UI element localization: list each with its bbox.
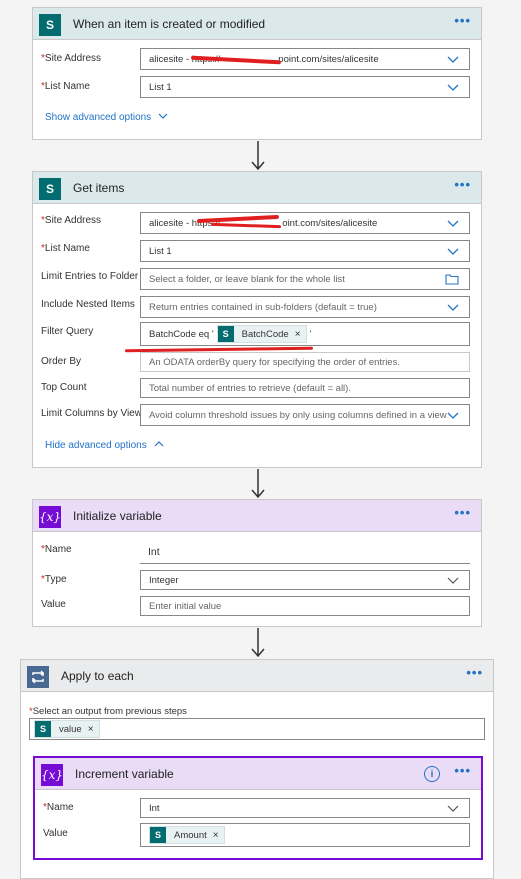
order-by-input[interactable]: An ODATA orderBy query for specifying th…: [140, 352, 470, 372]
arrow-down-icon: [251, 469, 265, 499]
increment-variable-header[interactable]: {x} Increment variable i •••: [35, 758, 481, 790]
trigger-header[interactable]: S When an item is created or modified ••…: [33, 8, 481, 40]
site-address-dropdown[interactable]: alicesite - https://point.com/sites/alic…: [140, 48, 470, 70]
trigger-title: When an item is created or modified: [73, 17, 266, 31]
chevron-down-icon: [447, 220, 459, 227]
filter-query-label: Filter Query: [41, 326, 94, 337]
hide-advanced-options-link[interactable]: Hide advanced options: [45, 440, 164, 451]
type-label: *Type: [41, 574, 67, 585]
chevron-down-icon: [158, 113, 168, 119]
filter-query-input[interactable]: BatchCode eq ' S BatchCode × ': [140, 322, 470, 346]
value-label: Value: [43, 828, 68, 839]
chevron-down-icon: [447, 84, 459, 91]
sharepoint-icon: S: [39, 178, 61, 200]
site-address-label: *Site Address: [41, 53, 102, 64]
top-count-label: Top Count: [41, 382, 87, 393]
sharepoint-icon: S: [39, 14, 61, 36]
more-icon[interactable]: •••: [454, 178, 471, 191]
increment-variable-title: Increment variable: [75, 767, 174, 781]
list-name-label: *List Name: [41, 243, 90, 254]
value-label: Value: [41, 599, 66, 610]
get-items-title: Get items: [73, 181, 125, 195]
sharepoint-icon: S: [150, 827, 166, 843]
get-items-card: S Get items ••• *Site Address alicesite …: [32, 171, 482, 468]
name-label: *Name: [43, 802, 74, 813]
chevron-down-icon: [447, 412, 459, 419]
chevron-down-icon: [447, 805, 459, 812]
close-icon[interactable]: ×: [295, 329, 301, 340]
folder-icon[interactable]: [445, 273, 459, 285]
limit-columns-dropdown[interactable]: Avoid column threshold issues by only us…: [140, 404, 470, 426]
select-output-label: *Select an output from previous steps: [29, 706, 187, 717]
more-icon[interactable]: •••: [454, 764, 471, 777]
limit-folder-label: Limit Entries to Folder: [41, 271, 139, 282]
loop-icon: [27, 666, 49, 688]
variable-icon: {x}: [41, 764, 63, 786]
initialize-variable-header[interactable]: {x} Initialize variable •••: [33, 500, 481, 532]
trigger-card: S When an item is created or modified ••…: [32, 7, 482, 140]
more-icon[interactable]: •••: [454, 14, 471, 27]
show-advanced-options-link[interactable]: Show advanced options: [45, 112, 168, 123]
list-name-label: *List Name: [41, 81, 90, 92]
amount-token[interactable]: S Amount ×: [149, 826, 225, 844]
select-output-input[interactable]: S value ×: [29, 718, 485, 740]
more-icon[interactable]: •••: [466, 666, 483, 679]
increment-name-dropdown[interactable]: Int: [140, 798, 470, 818]
site-address-label: *Site Address: [41, 215, 102, 226]
arrow-down-icon: [251, 628, 265, 658]
include-nested-label: Include Nested Items: [41, 299, 135, 310]
initialize-variable-card: {x} Initialize variable ••• *Name Int *T…: [32, 499, 482, 627]
top-count-input[interactable]: Total number of entries to retrieve (def…: [140, 378, 470, 398]
chevron-down-icon: [447, 56, 459, 63]
chevron-down-icon: [447, 304, 459, 311]
sharepoint-icon: S: [217, 326, 234, 342]
apply-to-each-title: Apply to each: [61, 669, 134, 683]
variable-type-dropdown[interactable]: Integer: [140, 570, 470, 590]
get-items-header[interactable]: S Get items •••: [33, 172, 481, 204]
chevron-down-icon: [447, 248, 459, 255]
apply-to-each-header[interactable]: Apply to each •••: [21, 660, 493, 692]
initialize-variable-title: Initialize variable: [73, 509, 162, 523]
limit-columns-label: Limit Columns by View: [41, 408, 142, 419]
sharepoint-icon: S: [35, 721, 51, 737]
limit-folder-input[interactable]: Select a folder, or leave blank for the …: [140, 268, 470, 290]
list-name-dropdown[interactable]: List 1: [140, 240, 470, 262]
close-icon[interactable]: ×: [213, 830, 219, 841]
close-icon[interactable]: ×: [88, 724, 94, 735]
info-icon[interactable]: i: [424, 766, 440, 782]
apply-to-each-card: Apply to each ••• *Select an output from…: [20, 659, 494, 879]
variable-value-input[interactable]: Enter initial value: [140, 596, 470, 616]
value-token[interactable]: S value ×: [34, 720, 100, 738]
increment-value-input[interactable]: S Amount ×: [140, 823, 470, 847]
variable-icon: {x}: [39, 506, 61, 528]
order-by-label: Order By: [41, 356, 82, 367]
include-nested-dropdown[interactable]: Return entries contained in sub-folders …: [140, 296, 470, 318]
name-label: *Name: [41, 544, 72, 555]
chevron-down-icon: [447, 577, 459, 584]
increment-variable-card: {x} Increment variable i ••• *Name Int V…: [33, 756, 483, 860]
arrow-down-icon: [251, 141, 265, 171]
batchcode-token[interactable]: S BatchCode ×: [216, 325, 307, 343]
variable-name-input[interactable]: Int: [140, 540, 470, 564]
chevron-up-icon: [154, 441, 163, 447]
site-address-dropdown[interactable]: alicesite - https://oint.com/sites/alice…: [140, 212, 470, 234]
more-icon[interactable]: •••: [454, 506, 471, 519]
list-name-dropdown[interactable]: List 1: [140, 76, 470, 98]
